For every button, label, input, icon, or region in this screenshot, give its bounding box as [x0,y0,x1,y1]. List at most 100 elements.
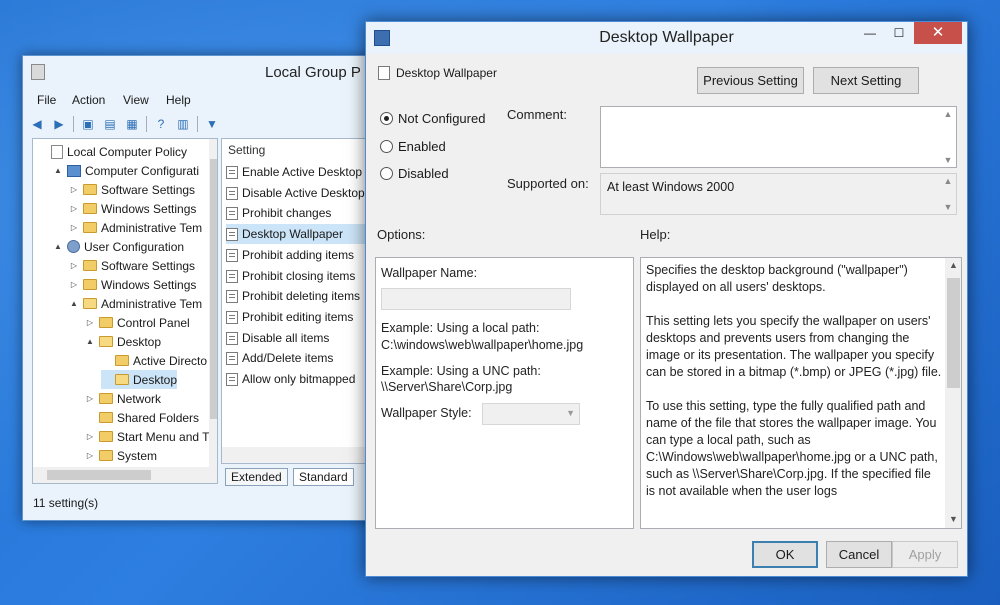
radio-not-configured[interactable]: Not Configured [380,111,485,126]
setting-row[interactable]: Allow only bitmapped [226,369,355,389]
setting-label: Prohibit adding items [242,248,355,262]
dialog-title-bar[interactable]: Desktop Wallpaper — ☐ ✕ [366,22,967,54]
scroll-down-icon[interactable]: ▼ [945,514,961,524]
maximize-icon[interactable]: ☐ [884,22,914,44]
tree-item[interactable]: ▷ Windows Settings [69,275,196,294]
comment-textbox[interactable]: ▲ ▼ [600,106,957,168]
wallpaper-name-input[interactable] [381,288,571,310]
setting-row[interactable]: Prohibit deleting items [226,286,360,306]
menu-view[interactable]: View [123,93,149,107]
tree-item-label: Windows Settings [101,201,197,216]
setting-row[interactable]: Prohibit closing items [226,266,355,286]
tree-item[interactable]: ▷ Windows Settings [69,199,196,218]
expand-arrow-icon[interactable]: ▷ [85,318,95,327]
export-list-icon[interactable]: ▦ [124,116,140,132]
expand-arrow-icon[interactable]: ▲ [69,299,79,308]
tree-item[interactable]: Local Computer Policy [37,142,187,161]
help-scrollbar[interactable]: ▲ ▼ [945,258,961,528]
tree-horizontal-scrollbar[interactable] [33,467,209,483]
expand-arrow-icon[interactable]: ▲ [85,337,95,346]
radio-button-icon[interactable] [380,167,393,180]
previous-setting-button[interactable]: Previous Setting [697,67,804,94]
tree-item-label: System [117,448,158,463]
policy-tree-pane[interactable]: Local Computer Policy ▲ Computer Configura… [32,138,218,484]
next-setting-button[interactable]: Next Setting [813,67,919,94]
expand-arrow-icon[interactable]: ▷ [69,185,79,194]
setting-column-header[interactable]: Setting [228,143,265,157]
supported-scroll-arrows[interactable]: ▲ ▼ [940,174,956,214]
expand-arrow-icon[interactable]: ▷ [69,280,79,289]
tree-item[interactable]: Shared Folders [85,408,199,427]
setting-row[interactable]: Prohibit editing items [226,307,353,327]
tree-item[interactable]: ▲ Computer Configurati [53,161,199,180]
minimize-icon[interactable]: — [856,22,884,44]
setting-row[interactable]: Prohibit adding items [226,245,354,265]
setting-row[interactable]: Enable Active Desktop [226,162,362,182]
expand-arrow-icon[interactable]: ▷ [85,432,95,441]
help-icon[interactable]: ? [153,116,169,132]
folder-open-icon [115,374,129,385]
folder-icon [83,222,97,233]
forward-arrow-icon[interactable]: ▶ [51,116,67,132]
cancel-button[interactable]: Cancel [826,541,892,568]
toolbar-separator [197,116,198,132]
tab-extended[interactable]: Extended [225,468,288,486]
tree-item[interactable]: ▷ System [85,446,157,465]
ok-button[interactable]: OK [752,541,818,568]
up-folder-icon[interactable]: ▣ [80,116,96,132]
setting-icon [226,165,238,179]
setting-row[interactable]: Add/Delete items [226,348,333,368]
group-policy-editor-window[interactable]: Local Group P File Action View Help ◀ ▶ … [22,55,422,521]
show-hide-tree-icon[interactable]: ▤ [102,116,118,132]
expand-arrow-icon[interactable]: ▷ [69,223,79,232]
tree-item[interactable]: Active Directo [101,351,207,370]
tree-item[interactable]: ▷ Software Settings [69,180,195,199]
close-icon[interactable]: ✕ [914,22,962,44]
tree-item[interactable]: Desktop [101,370,178,389]
example-local-label: Example: Using a local path: [381,321,540,335]
example-local-path: C:\windows\web\wallpaper\home.jpg [381,338,584,352]
expand-arrow-icon[interactable]: ▲ [53,242,63,251]
wallpaper-style-select[interactable]: ▼ [482,403,580,425]
expand-arrow-icon[interactable]: ▷ [85,451,95,460]
menu-file[interactable]: File [37,93,56,107]
tree-item[interactable]: ▷ Administrative Tem [69,218,202,237]
setting-row[interactable]: Disable Active Desktop [226,183,365,203]
apply-button[interactable]: Apply [892,541,958,568]
tree-vertical-scrollbar[interactable] [209,139,217,483]
tree-item[interactable]: ▷ Start Menu and T [85,427,210,446]
folder-icon [83,279,97,290]
tree-item[interactable]: ▲ Administrative Tem [69,294,202,313]
help-scroll-thumb[interactable] [947,278,960,388]
tree-scroll-thumb[interactable] [210,159,217,419]
properties-icon[interactable]: ▥ [175,116,191,132]
tree-item[interactable]: ▷ Network [85,389,161,408]
radio-disabled[interactable]: Disabled [380,166,449,181]
radio-button-icon[interactable] [380,112,393,125]
tree-hscroll-thumb[interactable] [47,470,151,480]
menu-action[interactable]: Action [72,93,105,107]
help-panel[interactable]: Specifies the desktop background ("wallp… [640,257,962,529]
menu-help[interactable]: Help [166,93,191,107]
expand-arrow-icon[interactable]: ▷ [85,394,95,403]
gpe-title-bar[interactable]: Local Group P [23,56,421,90]
setting-row[interactable]: Disable all items [226,328,329,348]
filter-icon[interactable]: ▼ [204,116,220,132]
tree-item-label: User Configuration [84,239,185,254]
scroll-up-icon[interactable]: ▲ [945,260,961,270]
expand-arrow-icon[interactable]: ▷ [69,261,79,270]
desktop-wallpaper-dialog[interactable]: Desktop Wallpaper — ☐ ✕ Desktop Wallpape… [365,21,968,577]
comment-scroll-arrows[interactable]: ▲ ▼ [940,107,956,167]
tree-item[interactable]: ▷ Software Settings [69,256,195,275]
tab-standard[interactable]: Standard [293,468,354,486]
tree-item-label: Software Settings [101,182,196,197]
expand-arrow-icon[interactable]: ▲ [53,166,63,175]
tree-item[interactable]: ▲ User Configuration [53,237,184,256]
tree-item[interactable]: ▷ Control Panel [85,313,190,332]
expand-arrow-icon[interactable]: ▷ [69,204,79,213]
radio-enabled[interactable]: Enabled [380,139,446,154]
setting-row[interactable]: Prohibit changes [226,203,331,223]
radio-button-icon[interactable] [380,140,393,153]
back-arrow-icon[interactable]: ◀ [29,116,45,132]
tree-item[interactable]: ▲ Desktop [85,332,161,351]
